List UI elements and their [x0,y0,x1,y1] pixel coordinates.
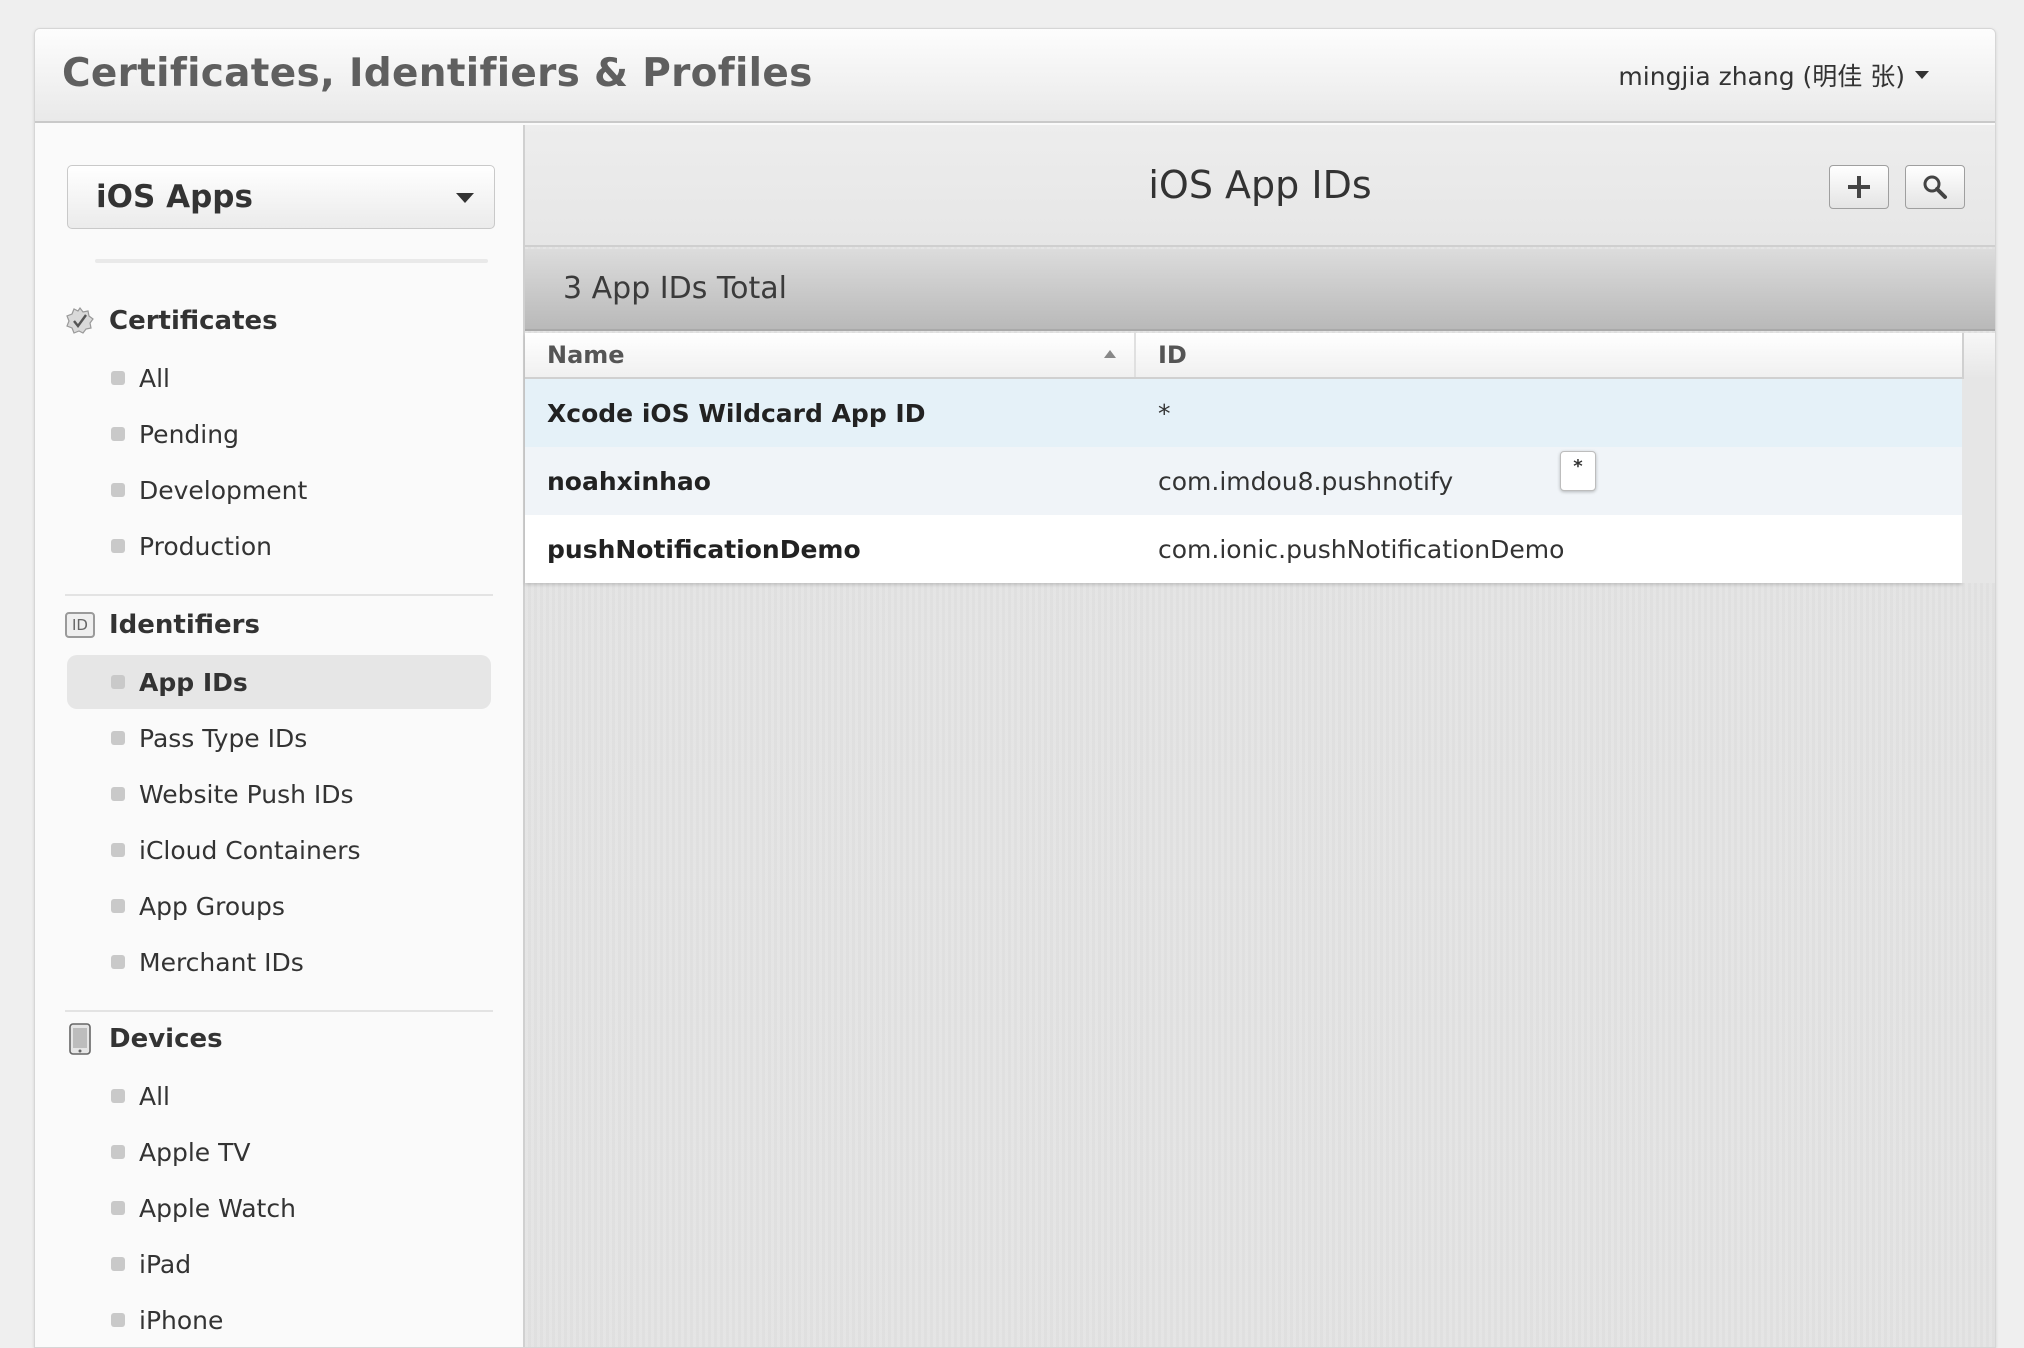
total-count: 3 App IDs Total [563,271,787,306]
select-underline [95,259,488,263]
sidebar-item-label: All [139,1081,170,1111]
top-bar: Certificates, Identifiers & Profiles min… [35,29,1995,123]
bullet-icon [111,1257,125,1271]
cell-id: com.ionic.pushNotificationDemo [1158,534,1565,564]
section-title: Devices [109,1024,223,1054]
search-icon [1923,175,1947,199]
sidebar-divider [65,1010,493,1012]
sidebar-item-label: Pending [139,419,239,449]
sidebar-item-label: Development [139,475,308,505]
plus-icon [1848,176,1870,198]
bullet-icon [111,1089,125,1103]
cell-name: Xcode iOS Wildcard App ID [547,398,926,428]
sidebar-item-label: Pass Type IDs [139,723,308,753]
search-button[interactable] [1905,165,1965,209]
chevron-down-icon [456,193,474,203]
table-header: Name ID [525,333,1962,379]
table-row[interactable]: Xcode iOS Wildcard App ID * [525,379,1962,447]
table-row[interactable]: pushNotificationDemo com.ionic.pushNotif… [525,515,1962,583]
sidebar-item-label: App Groups [139,891,285,921]
chevron-down-icon [1915,71,1929,79]
totals-bar: 3 App IDs Total [525,249,1995,331]
section-title: Certificates [109,306,278,336]
sidebar-item-label: iPad [139,1249,192,1279]
sidebar-item-apple-watch[interactable]: Apple Watch [67,1181,491,1235]
sidebar-item-label: App IDs [139,667,248,697]
column-header-id[interactable]: ID [1136,333,1962,377]
column-header-label: ID [1158,341,1187,369]
section-devices: Devices [65,1019,223,1059]
cell-id: * [1158,398,1171,428]
bullet-icon [111,731,125,745]
main-header: iOS App IDs [525,125,1995,247]
sidebar-item-label: Apple TV [139,1137,251,1167]
sidebar-item-label: Production [139,531,273,561]
app-title: Certificates, Identifiers & Profiles [62,51,813,96]
sort-ascending-icon [1104,350,1116,358]
sidebar-item-label: iCloud Containers [139,835,361,865]
user-name: mingjia zhang (明佳 张) [1618,62,1905,91]
sidebar-item-ipad[interactable]: iPad [67,1237,491,1291]
cell-name: pushNotificationDemo [547,534,861,564]
column-header-label: Name [547,341,625,369]
bullet-icon [111,483,125,497]
user-menu[interactable]: mingjia zhang (明佳 张) [1618,57,1929,93]
add-button[interactable] [1829,165,1889,209]
id-badge-icon: ID [65,612,95,638]
bullet-icon [111,1313,125,1327]
sidebar-item-app-ids[interactable]: App IDs [67,655,491,709]
table-row[interactable]: noahxinhao com.imdou8.pushnotify * [525,447,1962,515]
app-ids-table: Name ID Xcode iOS Wildcard App ID * noah… [525,333,1962,583]
bullet-icon [111,675,125,689]
platform-select[interactable]: iOS Apps [67,165,495,229]
table-header-edge [1962,333,1995,379]
bullet-icon [111,955,125,969]
bullet-icon [111,1145,125,1159]
sidebar-divider [65,594,493,596]
device-icon [65,1023,95,1055]
sidebar-item-label: All [139,363,170,393]
bullet-icon [111,787,125,801]
sidebar-item-label: Apple Watch [139,1193,296,1223]
sidebar-item-label: Merchant IDs [139,947,304,977]
sidebar-item-merchant-ids[interactable]: Merchant IDs [67,935,491,989]
sidebar-item-pass-type-ids[interactable]: Pass Type IDs [67,711,491,765]
sidebar-item-devices-all[interactable]: All [67,1069,491,1123]
cell-name: noahxinhao [547,466,711,496]
page-title: iOS App IDs [1148,163,1372,207]
sidebar-item-certificates-pending[interactable]: Pending [67,407,491,461]
sidebar-item-certificates-production[interactable]: Production [67,519,491,573]
column-header-name[interactable]: Name [525,333,1136,377]
sidebar-item-certificates-development[interactable]: Development [67,463,491,517]
section-identifiers: ID Identifiers [65,605,260,645]
sidebar-item-label: iPhone [139,1305,224,1335]
sidebar-item-certificates-all[interactable]: All [67,351,491,405]
sidebar: iOS Apps Certificates All Pending Develo… [35,125,525,1347]
cell-id: com.imdou8.pushnotify [1158,466,1454,496]
sidebar-item-website-push-ids[interactable]: Website Push IDs [67,767,491,821]
sidebar-item-app-groups[interactable]: App Groups [67,879,491,933]
bullet-icon [111,371,125,385]
sidebar-item-icloud-containers[interactable]: iCloud Containers [67,823,491,877]
section-title: Identifiers [109,610,260,640]
platform-select-label: iOS Apps [96,179,253,215]
bullet-icon [111,427,125,441]
certificate-icon [65,306,95,336]
bullet-icon [111,899,125,913]
main-content: iOS App IDs 3 App IDs Total Name ID Xcod… [525,125,1995,1347]
tooltip: * [1560,451,1596,491]
bullet-icon [111,843,125,857]
table-scroll-gutter [1962,379,1995,583]
bullet-icon [111,539,125,553]
sidebar-item-apple-tv[interactable]: Apple TV [67,1125,491,1179]
sidebar-item-iphone[interactable]: iPhone [67,1293,491,1347]
app-window: Certificates, Identifiers & Profiles min… [34,28,1996,1348]
section-certificates: Certificates [65,301,278,341]
sidebar-item-label: Website Push IDs [139,779,354,809]
bullet-icon [111,1201,125,1215]
